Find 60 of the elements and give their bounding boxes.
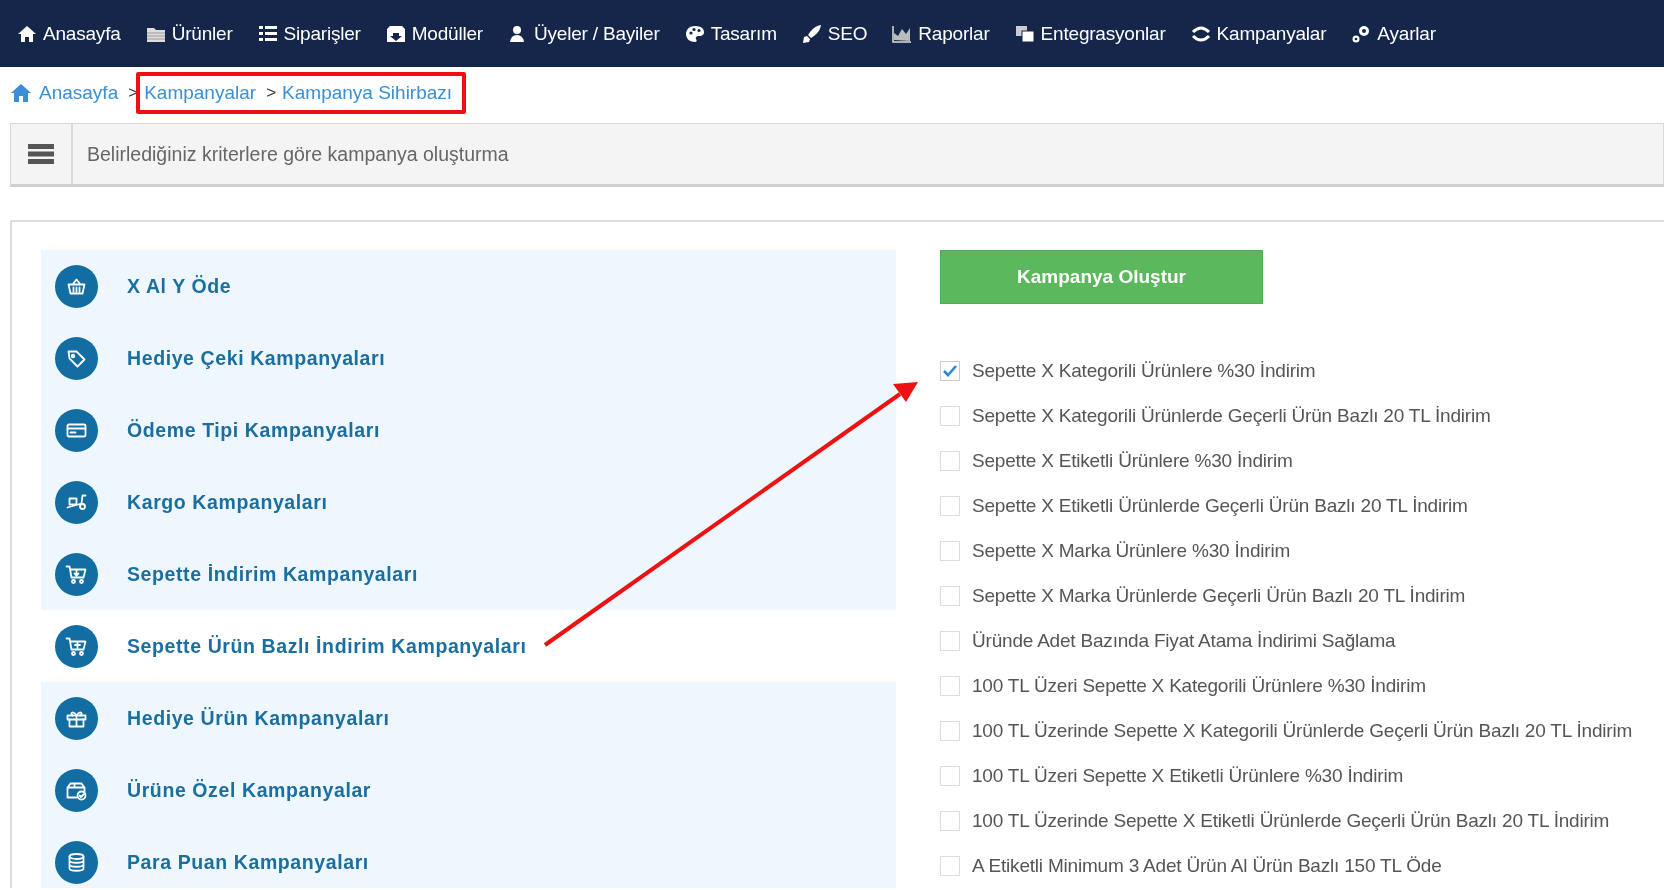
checkbox[interactable] xyxy=(940,720,960,741)
coin-stack-icon xyxy=(55,840,98,884)
breadcrumb-separator: > xyxy=(266,83,277,103)
nav-link[interactable]: Üyeler / Bayiler xyxy=(507,22,660,45)
checkbox[interactable] xyxy=(940,585,960,606)
breadcrumb-link[interactable]: Anasayfa xyxy=(10,82,119,104)
nav-link[interactable]: Ürünler xyxy=(144,22,233,45)
hand-truck-icon xyxy=(55,480,98,524)
box-check-icon xyxy=(55,768,98,812)
option-label: A Etiketli Minimum 3 Adet Ürün Al Ürün Bazlı 150 TL Öde xyxy=(972,854,1442,877)
nav-link[interactable]: Tasarım xyxy=(683,22,777,45)
option-label: Sepette X Etiketli Ürünlere %30 İndirim xyxy=(972,449,1293,472)
nav-link[interactable]: Siparişler xyxy=(256,22,361,45)
campaign-type-item[interactable]: Hediye Çeki Kampanyaları xyxy=(41,322,896,394)
menu-icon[interactable] xyxy=(28,144,54,164)
page-subtitle: Belirlediğiniz kriterlere göre kampanya oluşturma xyxy=(86,142,509,166)
option-label: Sepette X Kategorili Ürünlere %30 İndirim xyxy=(972,359,1316,382)
option-label: Sepette X Kategorili Ürünlerde Geçerli Ürün Bazlı 20 TL İndirim xyxy=(972,404,1491,427)
option-label: Sepette X Marka Ürünlere %30 İndirim xyxy=(972,539,1291,562)
option-label: 100 TL Üzerinde Sepette X Kategorili Ürünlerde Geçerli Ürün Bazlı 20 TL İndirim xyxy=(972,719,1633,742)
checkbox[interactable] xyxy=(940,360,960,381)
checkbox[interactable] xyxy=(940,855,960,876)
option-label: Sepette X Marka Ürünlerde Geçerli Ürün Bazlı 20 TL İndirim xyxy=(972,584,1466,607)
campaign-type-item[interactable]: Sepette Ürün Bazlı İndirim Kampanyaları xyxy=(41,610,896,682)
house-icon xyxy=(10,83,32,103)
checkbox[interactable] xyxy=(940,765,960,786)
tag-icon xyxy=(55,336,98,380)
nav-link[interactable]: Raporlar xyxy=(891,22,990,45)
campaign-type-item[interactable]: Hediye Ürün Kampanyaları xyxy=(41,682,896,754)
option-label: Sepette X Etiketli Ürünlerde Geçerli Ürün Bazlı 20 TL İndirim xyxy=(972,494,1468,517)
breadcrumb-link[interactable]: Kampanyalar xyxy=(144,82,257,104)
nav-link[interactable]: Kampanyalar xyxy=(1189,22,1327,45)
checkbox[interactable] xyxy=(940,450,960,471)
campaign-type-item[interactable]: Para Puan Kampanyaları xyxy=(41,826,896,888)
nav-link[interactable]: Entegrasyonlar xyxy=(1013,22,1166,45)
campaign-type-item[interactable]: Ürüne Özel Kampanyalar xyxy=(41,754,896,826)
campaign-type-item[interactable]: Kargo Kampanyaları xyxy=(41,466,896,538)
option-label: 100 TL Üzerinde Sepette X Etiketli Ürünlerde Geçerli Ürün Bazlı 20 TL İndirim xyxy=(972,809,1610,832)
option-label: Üründe Adet Bazında Fiyat Atama İndirimi Sağlama xyxy=(972,629,1396,652)
nav-link[interactable]: Anasayfa xyxy=(16,22,121,45)
campaign-type-item[interactable]: Sepette İndirim Kampanyaları xyxy=(41,538,896,610)
checkbox[interactable] xyxy=(940,630,960,651)
nav-link[interactable]: Ayarlar xyxy=(1350,22,1436,45)
checkbox[interactable] xyxy=(940,495,960,516)
campaign-type-item[interactable]: X Al Y Öde xyxy=(41,250,896,322)
cart-icon xyxy=(55,624,98,668)
gift-icon xyxy=(55,696,98,740)
campaign-type-item[interactable]: Ödeme Tipi Kampanyaları xyxy=(41,394,896,466)
checkbox[interactable] xyxy=(940,405,960,426)
basket-icon xyxy=(55,264,98,308)
checkbox[interactable] xyxy=(940,675,960,696)
cart-icon xyxy=(55,552,98,596)
credit-card-icon xyxy=(55,408,98,452)
checkbox[interactable] xyxy=(940,540,960,561)
nav-link[interactable]: Modüller xyxy=(384,22,483,45)
option-label: 100 TL Üzeri Sepette X Etiketli Ürünlere %30 İndirim xyxy=(972,764,1404,787)
option-label: 100 TL Üzeri Sepette X Kategorili Ürünlere %30 İndirim xyxy=(972,674,1426,697)
checkbox[interactable] xyxy=(940,810,960,831)
nav-link[interactable]: SEO xyxy=(800,22,868,45)
breadcrumb-link[interactable]: Kampanya Sihirbazı xyxy=(282,82,453,104)
